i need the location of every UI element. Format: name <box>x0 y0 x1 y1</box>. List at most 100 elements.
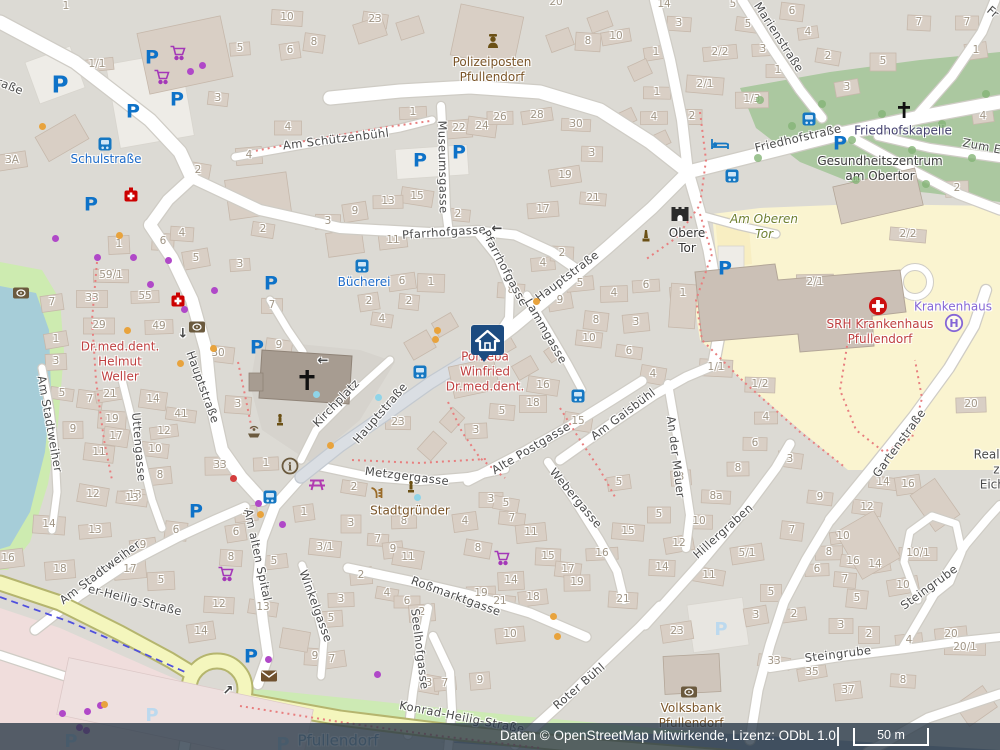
house-number: 4 <box>980 110 987 122</box>
poi-dot-orange <box>177 360 184 367</box>
house-number: 6 <box>399 275 406 287</box>
svg-text:H: H <box>949 317 958 330</box>
poi-dot-orange <box>432 336 439 343</box>
house-number: 13 <box>381 195 394 207</box>
bus-stop-icon <box>98 137 112 151</box>
house-number: 9 <box>390 543 397 555</box>
house-number: 23 <box>391 416 404 428</box>
parking-icon: P <box>189 503 203 522</box>
street-label: Pfarrhofgasse <box>402 222 487 242</box>
poi-dot-purple <box>94 254 101 261</box>
house-number: 2 <box>366 295 373 307</box>
poi-dot-orange <box>554 633 561 640</box>
house-number: 6 <box>287 44 294 56</box>
tree-dot <box>878 110 886 118</box>
supermarket-icon <box>170 46 187 61</box>
house-number: 5 <box>656 508 663 520</box>
house-number: 5 <box>237 42 244 54</box>
house-number: 7 <box>964 16 971 28</box>
house-number: 3 <box>844 81 851 93</box>
house-number: 5 <box>577 277 584 289</box>
bus-stop-icon <box>355 259 369 273</box>
house-number: 4 <box>246 149 253 161</box>
tree-dot <box>968 154 976 162</box>
house-number: 4 <box>540 257 547 269</box>
street-label: Am Schützenbühl <box>282 126 390 153</box>
house-number: 33 <box>767 655 780 667</box>
house-number: 14 <box>504 574 517 586</box>
house-number: 11 <box>386 234 399 246</box>
map-marker[interactable] <box>471 325 504 355</box>
house-number: 23 <box>670 625 683 637</box>
street-label: Kirchplatz <box>310 376 362 430</box>
street-label: Hauptstraße <box>350 380 410 446</box>
poi-dot-purple <box>181 306 188 313</box>
house-number: 20 <box>944 628 957 640</box>
house-number: 6 <box>814 563 821 575</box>
street-label: Webergasse <box>547 465 605 531</box>
oneway-arrow: ← <box>318 354 329 369</box>
house-number: 6 <box>160 235 167 247</box>
tree-dot <box>982 90 990 98</box>
house-number: 1 <box>653 46 660 58</box>
house-number: 3 <box>838 619 845 631</box>
house-number: 6 <box>404 595 411 607</box>
house-number: 9 <box>276 339 283 351</box>
house-number: 20 <box>549 0 562 8</box>
house-number: 5 <box>499 405 506 417</box>
house-number: 26 <box>493 111 506 123</box>
house-number: 2 <box>195 164 202 176</box>
street-label: Gartenstraße <box>870 406 929 480</box>
house-number: 11 <box>702 569 715 581</box>
house-number: 2 <box>351 481 358 493</box>
house-number: 1/2 <box>752 378 769 390</box>
house-number: 2 <box>866 628 873 640</box>
house-number: 9 <box>70 423 77 435</box>
bus-stop-icon <box>263 490 277 504</box>
street-label: Am alten Spital <box>241 508 274 603</box>
house-number: 3 <box>53 355 60 367</box>
house-number: 4 <box>179 227 186 239</box>
house-number: 18 <box>526 397 539 409</box>
street-label: Seelhofgasse <box>408 608 432 690</box>
house-number: 5 <box>730 0 737 10</box>
map-canvas[interactable]: 1105681/13443A23216423201222426283031921… <box>0 0 1000 750</box>
attribution-bar: Daten © OpenStreetMap Mitwirkende, Lizen… <box>0 723 1000 750</box>
street-label: Roter Bühl <box>550 660 608 713</box>
svg-text:i: i <box>288 461 292 474</box>
house-number: 3 <box>488 493 495 505</box>
poi-dot-purple <box>52 235 59 242</box>
house-number: 3 <box>215 92 222 104</box>
poi-dot-purple <box>147 281 154 288</box>
poi-label: ObereTor <box>669 226 706 256</box>
house-number: 2 <box>954 182 961 194</box>
poi-dot-orange <box>101 701 108 708</box>
house-number: 7 <box>269 299 276 311</box>
house-number: 5 <box>193 252 200 264</box>
house-number: 3 <box>348 517 355 529</box>
house-number: 10 <box>836 530 849 542</box>
house-number: 7 <box>49 296 56 308</box>
house-number: 6 <box>173 524 180 536</box>
house-number: 15 <box>571 415 584 427</box>
poi-label: Friedhofskapelle <box>854 124 952 139</box>
house-number: 1 <box>410 106 417 118</box>
street-label: Museumsgasse <box>435 120 451 213</box>
house-number: 3 <box>760 43 767 55</box>
house-number: 5 <box>745 18 752 30</box>
house-number: 16 <box>901 478 914 490</box>
house-number: 12 <box>212 598 225 610</box>
poi-dot-orange <box>550 613 557 620</box>
house-number: 6 <box>752 437 759 449</box>
street-label: An der Mauer <box>664 415 688 499</box>
poi-dot-blue <box>414 494 421 501</box>
parking-icon: P <box>718 260 732 279</box>
house-number: 1 <box>263 457 270 469</box>
house-number: 7 <box>87 393 94 405</box>
house-number: 2/1 <box>807 276 824 288</box>
house-number: 7 <box>329 653 336 665</box>
poi-dot-purple <box>59 710 66 717</box>
house-number: 2 <box>559 247 566 259</box>
parking-icon: P <box>170 91 184 110</box>
house-number: 12 <box>157 425 170 437</box>
